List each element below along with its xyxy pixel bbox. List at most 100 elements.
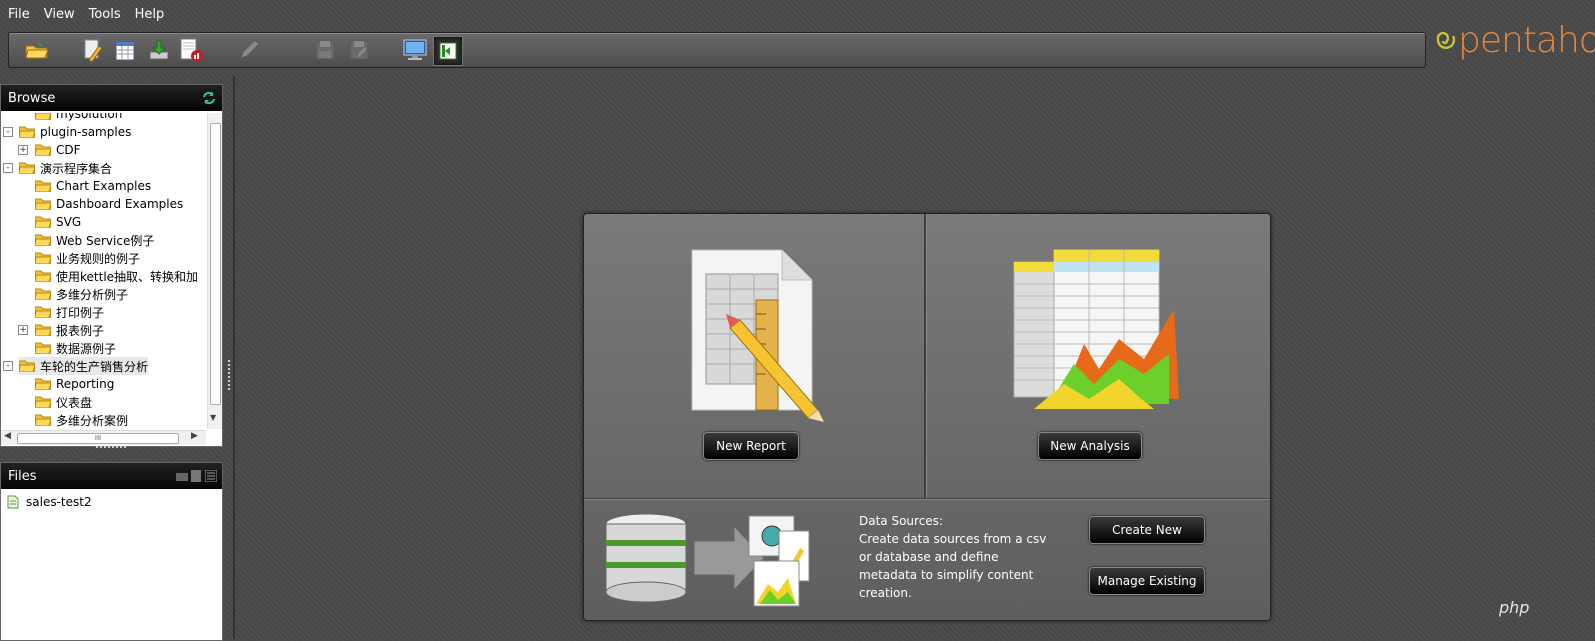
folder-icon	[35, 180, 51, 192]
edit-report-icon[interactable]	[79, 36, 107, 64]
menu-view[interactable]: View	[37, 7, 82, 22]
manage-existing-button[interactable]: Manage Existing	[1089, 567, 1205, 595]
launch-vertical-divider	[924, 214, 927, 498]
create-new-button[interactable]: Create New	[1089, 516, 1205, 544]
php-watermark: php	[1499, 598, 1530, 617]
workspace-icon[interactable]	[433, 36, 463, 66]
tree-node[interactable]: CDF	[35, 141, 81, 159]
folder-icon	[35, 378, 51, 390]
browse-title: Browse	[8, 90, 56, 106]
folder-action-icon[interactable]	[176, 470, 188, 482]
monitor-icon[interactable]	[401, 36, 429, 64]
file-item[interactable]: sales-test2	[7, 495, 92, 509]
tree-node[interactable]: mysolution	[35, 113, 122, 123]
folder-icon	[35, 144, 51, 156]
files-header: Files	[1, 463, 222, 489]
data-sources-title: Data Sources:	[859, 514, 943, 528]
tree-node-label: 打印例子	[56, 305, 105, 320]
report-icon[interactable]	[177, 36, 205, 64]
tree-node-label: Reporting	[56, 377, 115, 391]
tree-node[interactable]: Dashboard Examples	[35, 195, 183, 213]
sidebar-splitter[interactable]	[233, 76, 235, 639]
collapse-icon[interactable]: -	[3, 163, 13, 173]
collapse-icon[interactable]: -	[3, 361, 13, 371]
folder-icon	[35, 306, 51, 318]
logo-text: pentaho	[1458, 20, 1595, 61]
expand-icon[interactable]: +	[18, 325, 28, 335]
browse-horizontal-scrollbar[interactable]: ◀ III ▶	[1, 430, 206, 445]
tree-node-label: 仪表盘	[56, 395, 93, 410]
save-icon[interactable]	[311, 36, 339, 64]
main-toolbar	[8, 32, 1426, 68]
collapse-icon[interactable]: -	[3, 127, 13, 137]
analysis-illustration-icon	[1009, 244, 1179, 427]
browse-hscroll-thumb[interactable]: III	[17, 433, 179, 444]
report-illustration-icon	[684, 244, 829, 427]
tree-node[interactable]: SVG	[35, 213, 81, 231]
scroll-left-arrow-icon[interactable]: ◀	[4, 431, 11, 441]
folder-icon	[35, 198, 51, 210]
folder-icon	[35, 270, 51, 282]
files-title: Files	[8, 468, 37, 484]
tree-node-label: 报表例子	[56, 323, 105, 338]
browse-scroll-thumb[interactable]	[210, 123, 221, 405]
data-sources-illustration-icon	[604, 506, 814, 614]
document-icon	[7, 495, 19, 509]
menu-tools[interactable]: Tools	[82, 7, 128, 22]
panel-resize-grip[interactable]	[96, 446, 126, 454]
tree-node-label: Chart Examples	[56, 179, 152, 193]
tree-node[interactable]: 仪表盘	[35, 393, 92, 411]
tree-node[interactable]: Web Service例子	[35, 231, 154, 249]
folder-icon	[35, 234, 51, 246]
tree-node-label: 多维分析案例	[56, 413, 129, 428]
file-action-icon[interactable]	[190, 470, 202, 482]
tree-node[interactable]: Chart Examples	[35, 177, 151, 195]
launch-panel: New Report New Analysis Data Sources: Cr…	[583, 213, 1271, 621]
folder-icon	[35, 252, 51, 264]
folder-icon	[19, 360, 35, 372]
pencil-icon[interactable]	[235, 36, 263, 64]
tree-node[interactable]: 多维分析例子	[35, 285, 128, 303]
data-sources-description: Create data sources from a csv or databa…	[859, 532, 1047, 600]
folder-icon	[35, 216, 51, 228]
tree-node[interactable]: plugin-samples	[19, 123, 131, 141]
tree-node-label: SVG	[56, 215, 82, 229]
tree-node-label: Web Service例子	[56, 233, 155, 248]
tree-node[interactable]: 数据源例子	[35, 339, 116, 357]
tree-node-label: 使用kettle抽取、转换和加	[56, 269, 199, 284]
scroll-down-arrow-icon[interactable]: ▼	[210, 413, 216, 422]
tree-node[interactable]: Reporting	[35, 375, 114, 393]
tree-node-label: plugin-samples	[40, 125, 132, 139]
refresh-icon[interactable]	[202, 91, 216, 105]
menu-help[interactable]: Help	[128, 7, 172, 22]
tree-node-label: Dashboard Examples	[56, 197, 184, 211]
folder-icon	[35, 113, 51, 120]
tree-node-label: 业务规则的例子	[56, 251, 141, 266]
menu-file[interactable]: File	[0, 7, 37, 22]
tree-node[interactable]: 使用kettle抽取、转换和加	[35, 267, 198, 285]
tree-node-label: 车轮的生产销售分析	[40, 359, 149, 374]
expand-icon[interactable]: +	[18, 145, 28, 155]
folder-icon	[35, 342, 51, 354]
download-icon[interactable]	[145, 36, 173, 64]
file-item-label: sales-test2	[26, 495, 92, 509]
tree-node[interactable]: 车轮的生产销售分析	[19, 357, 149, 375]
folder-icon	[35, 288, 51, 300]
tree-node[interactable]: 打印例子	[35, 303, 104, 321]
folder-icon	[35, 324, 51, 336]
tree-node[interactable]: 多维分析案例	[35, 411, 128, 429]
tree-node[interactable]: 演示程序集合	[19, 159, 112, 177]
new-report-button[interactable]: New Report	[703, 432, 799, 460]
list-view-icon[interactable]	[205, 470, 217, 482]
tree-node[interactable]: 报表例子	[35, 321, 104, 339]
browse-vertical-scrollbar[interactable]: ▼	[207, 113, 222, 429]
scroll-right-arrow-icon[interactable]: ▶	[191, 431, 198, 441]
new-analysis-button[interactable]: New Analysis	[1038, 432, 1142, 460]
tree-node-label: mysolution	[56, 113, 123, 121]
files-panel: Files sales-test2	[0, 462, 223, 641]
calendar-icon[interactable]	[111, 36, 139, 64]
save-as-icon[interactable]	[345, 36, 373, 64]
browse-tree: mysolution plugin-samples - CDF + 演示程序集合 - Char…	[1, 113, 206, 429]
tree-node[interactable]: 业务规则的例子	[35, 249, 140, 267]
open-folder-icon[interactable]	[23, 36, 51, 64]
